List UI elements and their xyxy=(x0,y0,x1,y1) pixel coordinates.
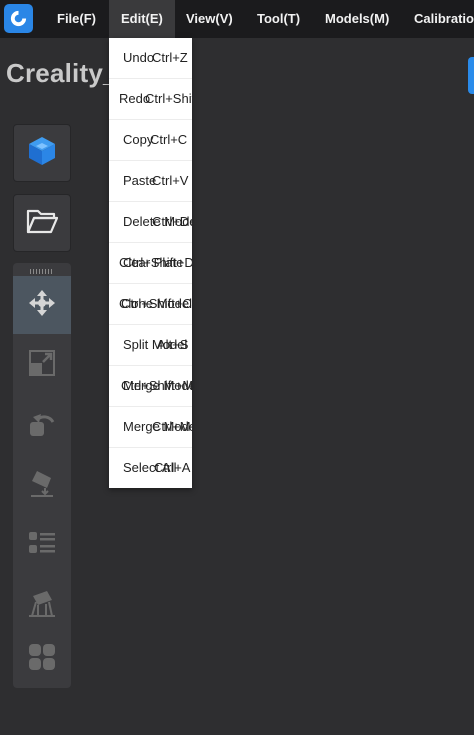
move-tool[interactable] xyxy=(13,276,71,334)
menu-view[interactable]: View(V) xyxy=(174,0,245,38)
side-panel-tab[interactable] xyxy=(468,57,474,94)
menu-item-shortcut: Ctrl+Shift+Z xyxy=(145,91,192,106)
menu-item-label: Undo xyxy=(123,50,155,65)
menu-item-redo[interactable]: Redo Ctrl+Shift+Z xyxy=(109,79,192,120)
menu-item-merge-model-2[interactable]: Merge Model Ctrl+M xyxy=(109,407,192,448)
drag-handle[interactable] xyxy=(30,269,54,274)
menu-item-shortcut: Ctrl+Shift+C xyxy=(121,296,192,311)
menu-item-select-all[interactable]: Select All Ctrl+A xyxy=(109,448,192,489)
menu-item-delete-model[interactable]: Delete Model Ctrl+Del xyxy=(109,202,192,243)
menu-tool[interactable]: Tool(T) xyxy=(245,0,312,38)
menu-item-shortcut: Ctrl+Shift+D xyxy=(123,255,192,270)
add-model-button[interactable] xyxy=(13,124,71,182)
menu-item-clear-plate[interactable]: Clear Plate Ctrl+Shift+D xyxy=(109,243,192,284)
menu-item-merge-model[interactable]: Merge Model Ctrl+Shift+M xyxy=(109,366,192,407)
lay-flat-tool[interactable] xyxy=(13,456,71,514)
edit-menu-dropdown: Undo Ctrl+Z Redo Ctrl+Shift+Z Copy Ctrl+… xyxy=(109,38,192,488)
menu-item-clone-model[interactable]: Clone Model Ctrl+Shift+C xyxy=(109,284,192,325)
menu-item-shortcut: Ctrl+Del xyxy=(152,214,192,229)
menu-bar: File(F) Edit(E) View(V) Tool(T) Models(M… xyxy=(0,0,474,38)
menu-item-shortcut: Ctrl+V xyxy=(152,173,189,188)
open-project-button[interactable] xyxy=(13,194,71,252)
menu-item-shortcut: Alt+S xyxy=(157,337,189,352)
support-icon xyxy=(27,588,57,623)
rotate-tool[interactable] xyxy=(13,396,71,454)
object-list-tool[interactable] xyxy=(13,516,71,574)
creality-logo-icon[interactable] xyxy=(4,4,33,33)
menu-calibration[interactable]: Calibration xyxy=(402,0,474,38)
menu-item-shortcut: Ctrl+Z xyxy=(152,50,188,65)
scale-tool[interactable] xyxy=(13,336,71,394)
menu-item-shortcut: Ctrl+Shift+M xyxy=(121,378,192,393)
menu-item-shortcut: Ctrl+A xyxy=(154,460,191,475)
arrange-icon xyxy=(27,642,57,677)
menu-item-shortcut: Ctrl+C xyxy=(150,132,188,147)
support-tool[interactable] xyxy=(13,576,71,634)
menu-item-paste[interactable]: Paste Ctrl+V xyxy=(109,161,192,202)
move-icon xyxy=(27,288,57,323)
menu-edit[interactable]: Edit(E) xyxy=(109,0,175,38)
list-icon xyxy=(27,528,57,563)
cube-icon xyxy=(25,134,59,173)
menu-item-label: Copy xyxy=(123,132,154,147)
menu-item-copy[interactable]: Copy Ctrl+C xyxy=(109,120,192,161)
menu-file[interactable]: File(F) xyxy=(45,0,108,38)
tool-panel xyxy=(13,263,71,688)
scale-icon xyxy=(27,348,57,383)
lay-flat-icon xyxy=(27,468,57,503)
rotate-icon xyxy=(27,408,57,443)
arrange-tool[interactable] xyxy=(13,630,71,688)
menu-models[interactable]: Models(M) xyxy=(313,0,401,38)
menu-item-undo[interactable]: Undo Ctrl+Z xyxy=(109,38,192,79)
open-folder-icon xyxy=(26,207,59,240)
menu-item-split-model[interactable]: Split Model Alt+S xyxy=(109,325,192,366)
app-title: Creality_ xyxy=(6,58,118,88)
menu-item-shortcut: Ctrl+M xyxy=(152,419,191,434)
